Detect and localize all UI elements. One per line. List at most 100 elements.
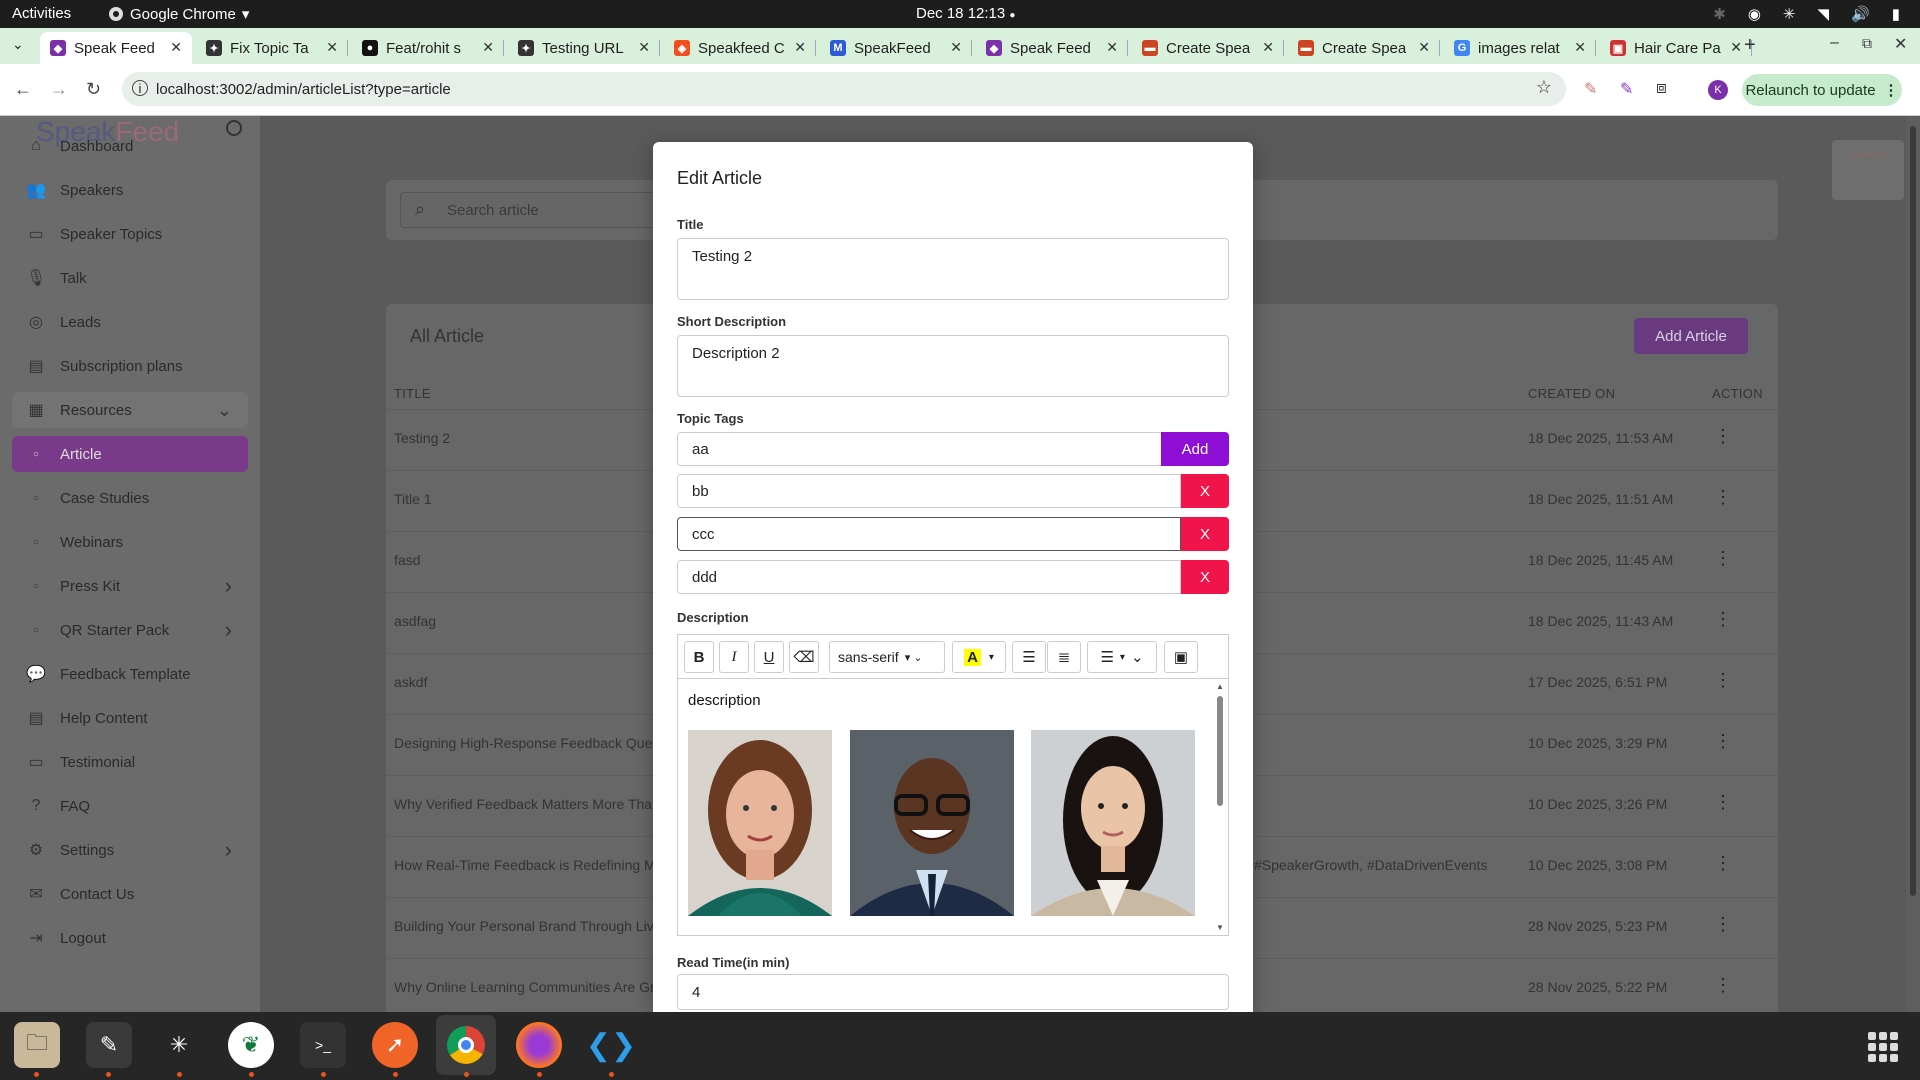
row-action-menu-icon[interactable]: ⋮ — [1714, 548, 1732, 569]
tab-6[interactable]: ◆ Speak Feed ✕ — [976, 32, 1128, 64]
close-tab-icon[interactable]: ✕ — [1106, 39, 1118, 56]
close-tab-icon[interactable]: ✕ — [950, 39, 962, 56]
back-button[interactable]: ← — [14, 79, 32, 100]
chrome-app-icon[interactable] — [436, 1015, 496, 1075]
tab-8[interactable]: ▬ Create Spea ✕ — [1288, 32, 1440, 64]
sidebar-item-article[interactable]: ○ Article — [12, 436, 248, 472]
portrait-image-woman-2[interactable] — [1031, 730, 1195, 916]
tab-5[interactable]: M SpeakFeed ✕ — [820, 32, 972, 64]
site-info-icon[interactable]: i — [132, 80, 148, 96]
add-tag-button[interactable]: Add — [1161, 432, 1229, 466]
tab-2[interactable]: ● Feat/rohit s ✕ — [352, 32, 504, 64]
column-header-title[interactable]: TITLE — [394, 386, 431, 401]
app-menu[interactable]: Google Chrome ▾ — [108, 5, 249, 23]
close-tab-icon[interactable]: ✕ — [326, 39, 338, 56]
sidebar-item-settings[interactable]: ⚙ Settings › — [12, 832, 248, 868]
remove-tag-button[interactable]: X — [1181, 474, 1229, 508]
restore-button[interactable]: ⧉ — [1862, 35, 1872, 52]
sidebar-item-dashboard[interactable]: ⌂ Dashboard — [12, 128, 248, 164]
extension-pen-icon[interactable]: ✎ — [1584, 79, 1597, 99]
tab-4[interactable]: ◈ Speakfeed C ✕ — [664, 32, 816, 64]
short-description-field[interactable]: Description 2 — [677, 335, 1229, 397]
forward-button[interactable]: → — [50, 79, 68, 100]
column-header-created[interactable]: CREATED ON — [1528, 386, 1615, 401]
close-tab-icon[interactable]: ✕ — [1730, 39, 1742, 56]
portrait-image-woman[interactable] — [688, 730, 832, 916]
profile-avatar[interactable]: K — [1708, 80, 1728, 100]
row-action-menu-icon[interactable]: ⋮ — [1714, 487, 1732, 508]
tab-7[interactable]: ▬ Create Spea ✕ — [1132, 32, 1284, 64]
bold-button[interactable]: B — [684, 641, 714, 673]
terminal-app-icon[interactable]: >_ — [300, 1022, 346, 1068]
show-apps-icon[interactable] — [1868, 1032, 1898, 1062]
sidebar-item-testimonial[interactable]: ▭ Testimonial — [12, 744, 248, 780]
clear-format-icon[interactable]: ⌫ — [789, 641, 819, 673]
sidebar-item-speaker-topics[interactable]: ▭ Speaker Topics — [12, 216, 248, 252]
close-tab-icon[interactable]: ✕ — [794, 39, 806, 56]
sidebar-item-help-content[interactable]: ▤ Help Content — [12, 700, 248, 736]
relaunch-button[interactable]: Relaunch to update ⋮ — [1742, 74, 1902, 106]
extension-wand-icon[interactable]: ✎ — [1620, 79, 1633, 99]
sidebar-item-qr-starter-pack[interactable]: ○ QR Starter Pack › — [12, 612, 248, 648]
add-article-button[interactable]: Add Article — [1634, 318, 1748, 354]
tag-field[interactable]: ddd — [677, 560, 1181, 594]
tab-9[interactable]: Gimages relat ✕ — [1444, 32, 1596, 64]
sidebar-item-contact-us[interactable]: ✉ Contact Us — [12, 876, 248, 912]
editor-scrollbar[interactable]: ▲ ▼ — [1214, 682, 1226, 932]
postman-app-icon[interactable]: ➚ — [372, 1022, 418, 1068]
tag-field[interactable]: ccc — [677, 517, 1181, 551]
close-tab-icon[interactable]: ✕ — [1574, 39, 1586, 56]
sidebar-item-logout[interactable]: ⇥ Logout — [12, 920, 248, 956]
numbered-list-icon[interactable]: ≣ — [1047, 641, 1081, 673]
highlight-color-button[interactable]: A ▾ — [952, 641, 1006, 673]
sidebar-item-feedback-template[interactable]: 💬 Feedback Template — [12, 656, 248, 692]
vscode-app-icon[interactable]: ❮❯ — [586, 1022, 636, 1068]
row-action-menu-icon[interactable]: ⋮ — [1714, 731, 1732, 752]
text-editor-app-icon[interactable]: ✎ — [86, 1022, 132, 1068]
new-tab-button[interactable]: + — [1744, 34, 1756, 57]
page-scrollbar[interactable] — [1906, 116, 1920, 1012]
url-field[interactable]: i localhost:3002/admin/articleList?type=… — [122, 72, 1566, 106]
tab-10[interactable]: ▣ Hair Care Pa ✕ — [1600, 32, 1752, 64]
tab-1[interactable]: ✦ Fix Topic Ta ✕ — [196, 32, 348, 64]
insert-image-icon[interactable]: ▣ — [1164, 641, 1198, 673]
sidebar-item-case-studies[interactable]: ○ Case Studies — [12, 480, 248, 516]
clock[interactable]: Dec 18 12:13 ● — [916, 5, 1015, 22]
system-tray[interactable]: ✱ ◉ ✳ ◥ 🔊 ▮ — [1713, 5, 1900, 23]
tag-field[interactable]: bb — [677, 474, 1181, 508]
reload-button[interactable]: ↻ — [86, 79, 101, 100]
close-tab-icon[interactable]: ✕ — [1262, 39, 1274, 56]
extensions-icon[interactable]: ⧈ — [1656, 78, 1667, 98]
row-action-menu-icon[interactable]: ⋮ — [1714, 975, 1732, 996]
sidebar-item-faq[interactable]: ? FAQ — [12, 788, 248, 824]
row-action-menu-icon[interactable]: ⋮ — [1714, 426, 1732, 447]
row-action-menu-icon[interactable]: ⋮ — [1714, 609, 1732, 630]
sidebar-item-leads[interactable]: ◎ Leads — [12, 304, 248, 340]
close-tab-icon[interactable]: ✕ — [1418, 39, 1430, 56]
files-app-icon[interactable]: 🗀 — [14, 1022, 60, 1068]
sidebar-item-speakers[interactable]: 👥 Speakers — [12, 172, 248, 208]
row-action-menu-icon[interactable]: ⋮ — [1714, 670, 1732, 691]
sidebar-item-resources[interactable]: ▦ Resources ⌄ — [12, 392, 248, 428]
page-preview-thumbnail[interactable]: SpeakFeed — [1832, 140, 1904, 200]
firefox-app-icon[interactable] — [516, 1022, 562, 1068]
read-time-field[interactable]: 4 — [677, 974, 1229, 1010]
search-input[interactable]: ⌕ Search article — [400, 192, 660, 228]
align-select[interactable]: ☰ ▾ ⌄ — [1087, 641, 1157, 673]
tab-search-icon[interactable]: ⌄ — [12, 36, 24, 53]
close-tab-icon[interactable]: ✕ — [638, 39, 650, 56]
portrait-image-man[interactable] — [850, 730, 1014, 916]
sidebar-item-subscription-plans[interactable]: ▤ Subscription plans — [12, 348, 248, 384]
remove-tag-button[interactable]: X — [1181, 517, 1229, 551]
row-action-menu-icon[interactable]: ⋮ — [1714, 792, 1732, 813]
sidebar-item-webinars[interactable]: ○ Webinars — [12, 524, 248, 560]
bookmark-star-icon[interactable]: ☆ — [1536, 77, 1552, 98]
editor-content[interactable]: description ▲ ▼ — [678, 680, 1228, 935]
bullet-list-icon[interactable]: ☰ — [1012, 641, 1046, 673]
minimize-button[interactable]: – — [1830, 34, 1839, 52]
tab-3[interactable]: ✦ Testing URL ✕ — [508, 32, 660, 64]
remove-tag-button[interactable]: X — [1181, 560, 1229, 594]
slack-app-icon[interactable]: ✳ — [156, 1022, 202, 1068]
sidebar-item-talk[interactable]: 🎙 Talk — [12, 260, 248, 296]
font-family-select[interactable]: sans-serif ▾ ⌄ — [829, 641, 945, 673]
